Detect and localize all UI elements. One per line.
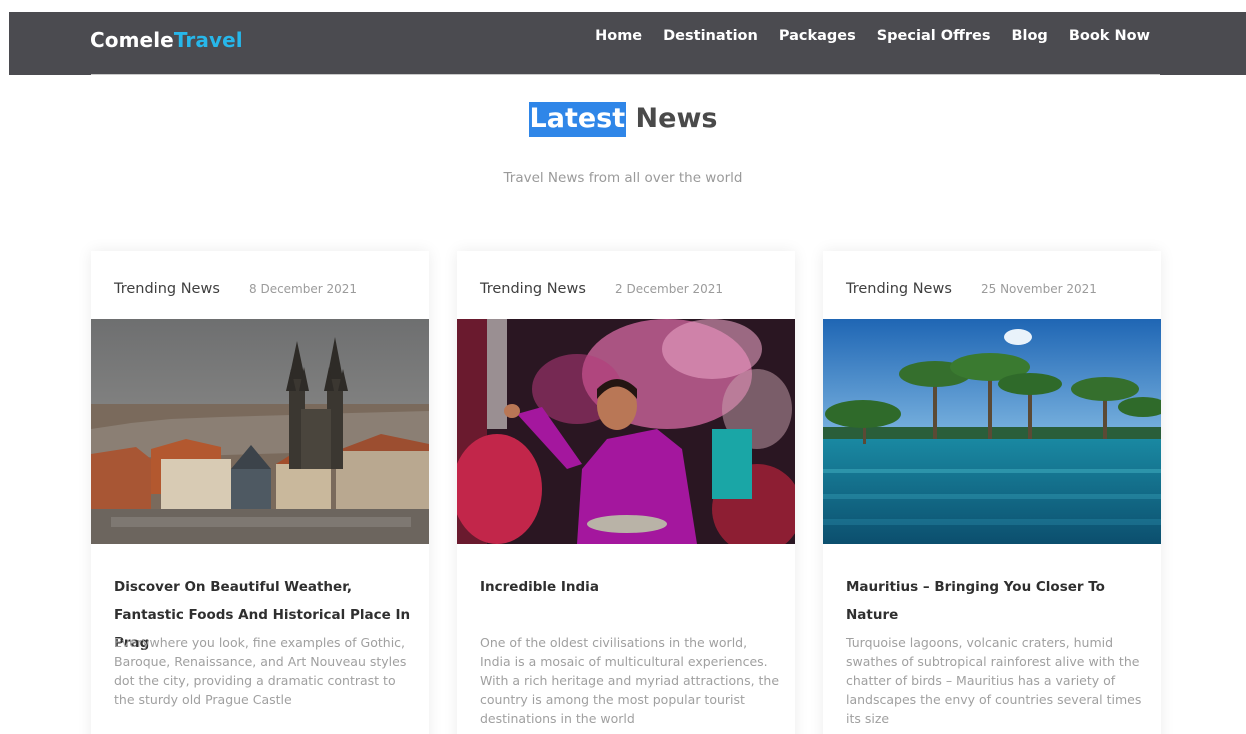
news-card-prague[interactable]: Trending News 8 December 2021 Discover O… (91, 251, 429, 734)
brand-logo[interactable]: ComeleTravel (90, 28, 243, 52)
card-date: 8 December 2021 (249, 282, 358, 296)
card-meta: Trending News 2 December 2021 (480, 278, 723, 297)
section-title-rest: News (635, 103, 718, 134)
card-category[interactable]: Trending News (114, 281, 220, 297)
card-date: 25 November 2021 (981, 282, 1097, 296)
prague-cityscape-image[interactable] (91, 319, 429, 544)
card-title[interactable]: Incredible India (480, 573, 780, 601)
top-navbar: ComeleTravel Home Destination Packages S… (9, 12, 1246, 75)
nav-book-now[interactable]: Book Now (1069, 28, 1150, 44)
card-meta: Trending News 8 December 2021 (114, 278, 357, 297)
nav-home[interactable]: Home (595, 28, 642, 44)
nav-blog[interactable]: Blog (1011, 28, 1047, 44)
brand-name-part2: Travel (173, 28, 243, 52)
nav-divider (91, 74, 1160, 75)
section-title: Latest News (0, 102, 1246, 137)
card-excerpt: Everywhere you look, fine examples of Go… (114, 635, 407, 707)
section-title-highlight: Latest (528, 102, 627, 137)
card-category[interactable]: Trending News (846, 281, 952, 297)
nav-packages[interactable]: Packages (779, 28, 856, 44)
card-meta: Trending News 25 November 2021 (846, 278, 1097, 297)
nav-destination[interactable]: Destination (663, 28, 758, 44)
tropical-lagoon-image[interactable] (823, 319, 1161, 544)
section-subtitle: Travel News from all over the world (503, 170, 743, 186)
card-excerpt: One of the oldest civilisations in the w… (480, 635, 780, 726)
news-card-mauritius[interactable]: Trending News 25 November 2021 Mauritius… (823, 251, 1161, 734)
card-title[interactable]: Mauritius – Bringing You Closer To Natur… (846, 573, 1146, 629)
holi-festival-image[interactable] (457, 319, 795, 544)
main-nav: Home Destination Packages Special Offres… (574, 28, 1150, 44)
nav-special-offres[interactable]: Special Offres (877, 28, 991, 44)
card-excerpt: Turquoise lagoons, volcanic craters, hum… (846, 635, 1142, 726)
card-date: 2 December 2021 (615, 282, 724, 296)
brand-name-part1: Comele (90, 28, 174, 52)
news-card-india[interactable]: Trending News 2 December 2021 Incredible… (457, 251, 795, 734)
card-category[interactable]: Trending News (480, 281, 586, 297)
